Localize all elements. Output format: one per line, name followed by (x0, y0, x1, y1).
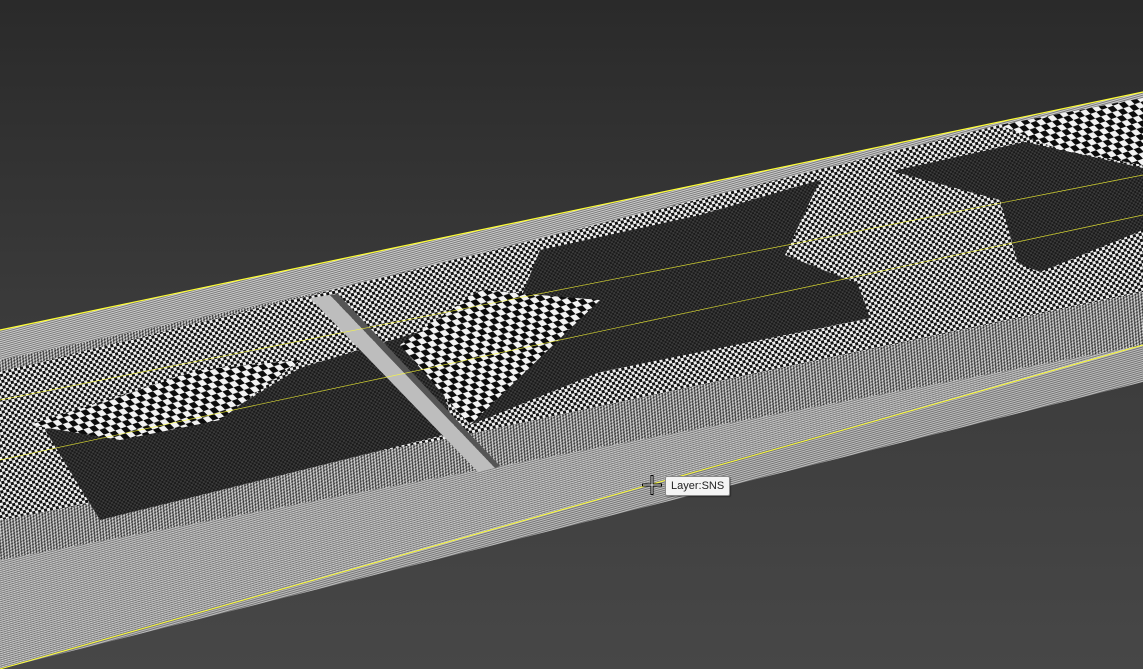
layer-tooltip: Layer:SNS (665, 476, 731, 496)
move-crosshair-icon (642, 475, 662, 495)
viewport-3d[interactable]: Layer:SNS (0, 0, 1143, 669)
scene-geometry[interactable] (0, 0, 1143, 669)
